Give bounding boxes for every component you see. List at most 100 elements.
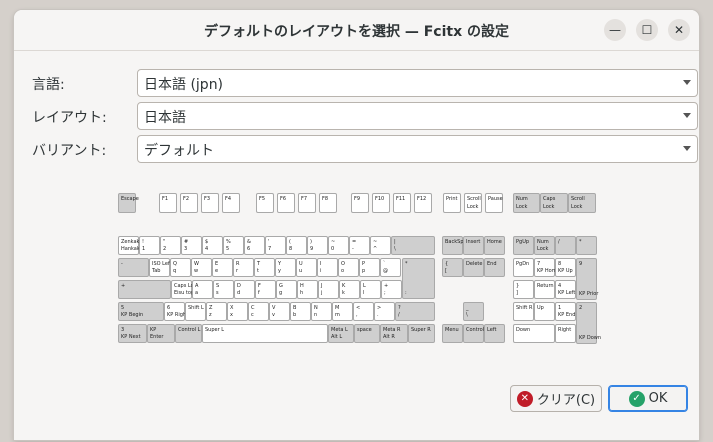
key-sublabel: ,: [356, 312, 358, 318]
key-sublabel: h: [300, 290, 304, 296]
keyboard-key: Kk: [339, 280, 360, 299]
maximize-button[interactable]: ☐: [636, 19, 658, 41]
key-label: /: [558, 239, 560, 245]
dialog-window: デフォルトのレイアウトを選択 — Fcitx の設定 — ☐ ✕ 言語: 日本語…: [14, 10, 699, 440]
key-label: Scroll: [467, 196, 481, 202]
keyboard-key: Up: [534, 302, 555, 321]
maximize-icon: ☐: [641, 23, 653, 37]
key-sublabel: t: [257, 268, 259, 274]
key-label: A: [195, 283, 199, 289]
keyboard-key: ' 7: [265, 236, 286, 255]
keyboard-key: Control R: [463, 324, 489, 343]
keyboard-key: KP Enter: [147, 324, 175, 343]
close-button[interactable]: ✕: [668, 19, 690, 41]
ok-button[interactable]: ✓ OK: [608, 385, 688, 412]
keyboard-key: ~ ^: [370, 236, 391, 255]
clear-icon: ✕: [516, 390, 533, 407]
key-label: space: [357, 327, 372, 333]
keyboard-key: Num Lock: [534, 236, 555, 255]
key-sublabel: e: [215, 268, 219, 274]
keyboard-key: Bb: [290, 302, 311, 321]
keyboard-key: ) 9: [307, 236, 328, 255]
keyboard-key: Ll: [360, 280, 381, 299]
key-label: N: [314, 305, 318, 311]
language-combo[interactable]: 日本語 (jpn): [137, 69, 698, 97]
clear-button[interactable]: ✕ クリア(C): [510, 385, 602, 412]
key-sublabel: [: [445, 268, 447, 274]
check-icon: ✓: [628, 390, 645, 407]
key-sublabel: f: [258, 290, 260, 296]
keyboard-key: Yy: [275, 258, 296, 277]
keyboard-key: Vv: [269, 302, 290, 321]
key-label: P: [362, 261, 366, 267]
keyboard-key: F5: [256, 193, 274, 213]
key-sublabel: KP Left: [558, 290, 576, 296]
key-label: Shift L: [188, 305, 204, 311]
key-sublabel: @: [383, 268, 388, 274]
key-sublabel: 5: [226, 246, 230, 252]
key-label: Num: [537, 239, 549, 245]
titlebar: デフォルトのレイアウトを選択 — Fcitx の設定 — ☐ ✕: [14, 10, 699, 51]
minimize-button[interactable]: —: [604, 19, 626, 41]
keyboard-key: +: [118, 280, 171, 299]
key-sublabel: Alt R: [383, 334, 395, 340]
key-label: KP: [150, 327, 157, 333]
key-label: F: [258, 283, 261, 289]
key-label: X: [230, 305, 234, 311]
keyboard-key: PgUp: [513, 236, 534, 255]
key-label: E: [215, 261, 219, 267]
key-label: `: [383, 261, 386, 267]
keyboard-key: ~0: [328, 236, 349, 255]
key-label: Pause: [488, 196, 503, 202]
keyboard-key: Meta L Alt L: [328, 324, 354, 343]
key-label: Left: [487, 327, 497, 333]
key-label: (: [289, 239, 291, 245]
key-sublabel: w: [194, 268, 199, 274]
keyboard-key: Ee: [212, 258, 233, 277]
key-label: C: [251, 305, 255, 311]
key-sublabel: a: [195, 290, 199, 296]
key-label: +: [121, 283, 126, 289]
variant-combo[interactable]: デフォルト: [137, 135, 698, 163]
minimize-icon: —: [609, 23, 621, 37]
key-label: F5: [259, 196, 266, 202]
key-label: V: [272, 305, 276, 311]
keyboard-key: Num Lock: [513, 193, 540, 213]
keyboard-key: ! 1: [139, 236, 160, 255]
keyboard-key: Control L: [175, 324, 202, 343]
key-label: Y: [278, 261, 282, 267]
keyboard-key: (8: [286, 236, 307, 255]
key-label: F12: [417, 196, 427, 202]
keyboard-key: {[: [442, 258, 463, 277]
key-sublabel: KP Begin: [121, 312, 144, 318]
keyboard-key: 2 KP Down: [576, 302, 601, 344]
keyboard-key: Insert: [463, 236, 484, 255]
key-sublabel: g: [279, 290, 283, 296]
key-sublabel: Alt L: [331, 334, 343, 340]
keyboard-key: F11: [393, 193, 411, 213]
keyboard-key: Jj: [318, 280, 339, 299]
key-sublabel: .: [377, 312, 379, 318]
key-label: Up: [537, 305, 544, 311]
keyboard-key: & 6: [244, 236, 265, 255]
key-label: ': [268, 239, 270, 245]
key-label: F2: [183, 196, 190, 202]
key-sublabel: z: [209, 312, 212, 318]
key-label: F9: [354, 196, 361, 202]
key-label: 7: [537, 261, 541, 267]
key-label: $: [205, 239, 209, 245]
key-sublabel: x: [230, 312, 233, 318]
key-sublabel: Tab: [152, 268, 161, 274]
keyboard-key: Oo: [338, 258, 359, 277]
layout-combo[interactable]: 日本語: [137, 102, 698, 130]
keyboard-key: = -: [349, 236, 370, 255]
key-sublabel: /: [398, 312, 400, 318]
keyboard-key: Gg: [276, 280, 297, 299]
key-label: L: [363, 283, 366, 289]
key-label: }: [516, 283, 520, 289]
key-sublabel: s: [216, 290, 219, 296]
key-label: ~: [373, 239, 378, 245]
key-label: F3: [204, 196, 211, 202]
keyboard-key: Zenkaku Hankaku: [118, 236, 143, 255]
key-label: !: [142, 239, 145, 245]
